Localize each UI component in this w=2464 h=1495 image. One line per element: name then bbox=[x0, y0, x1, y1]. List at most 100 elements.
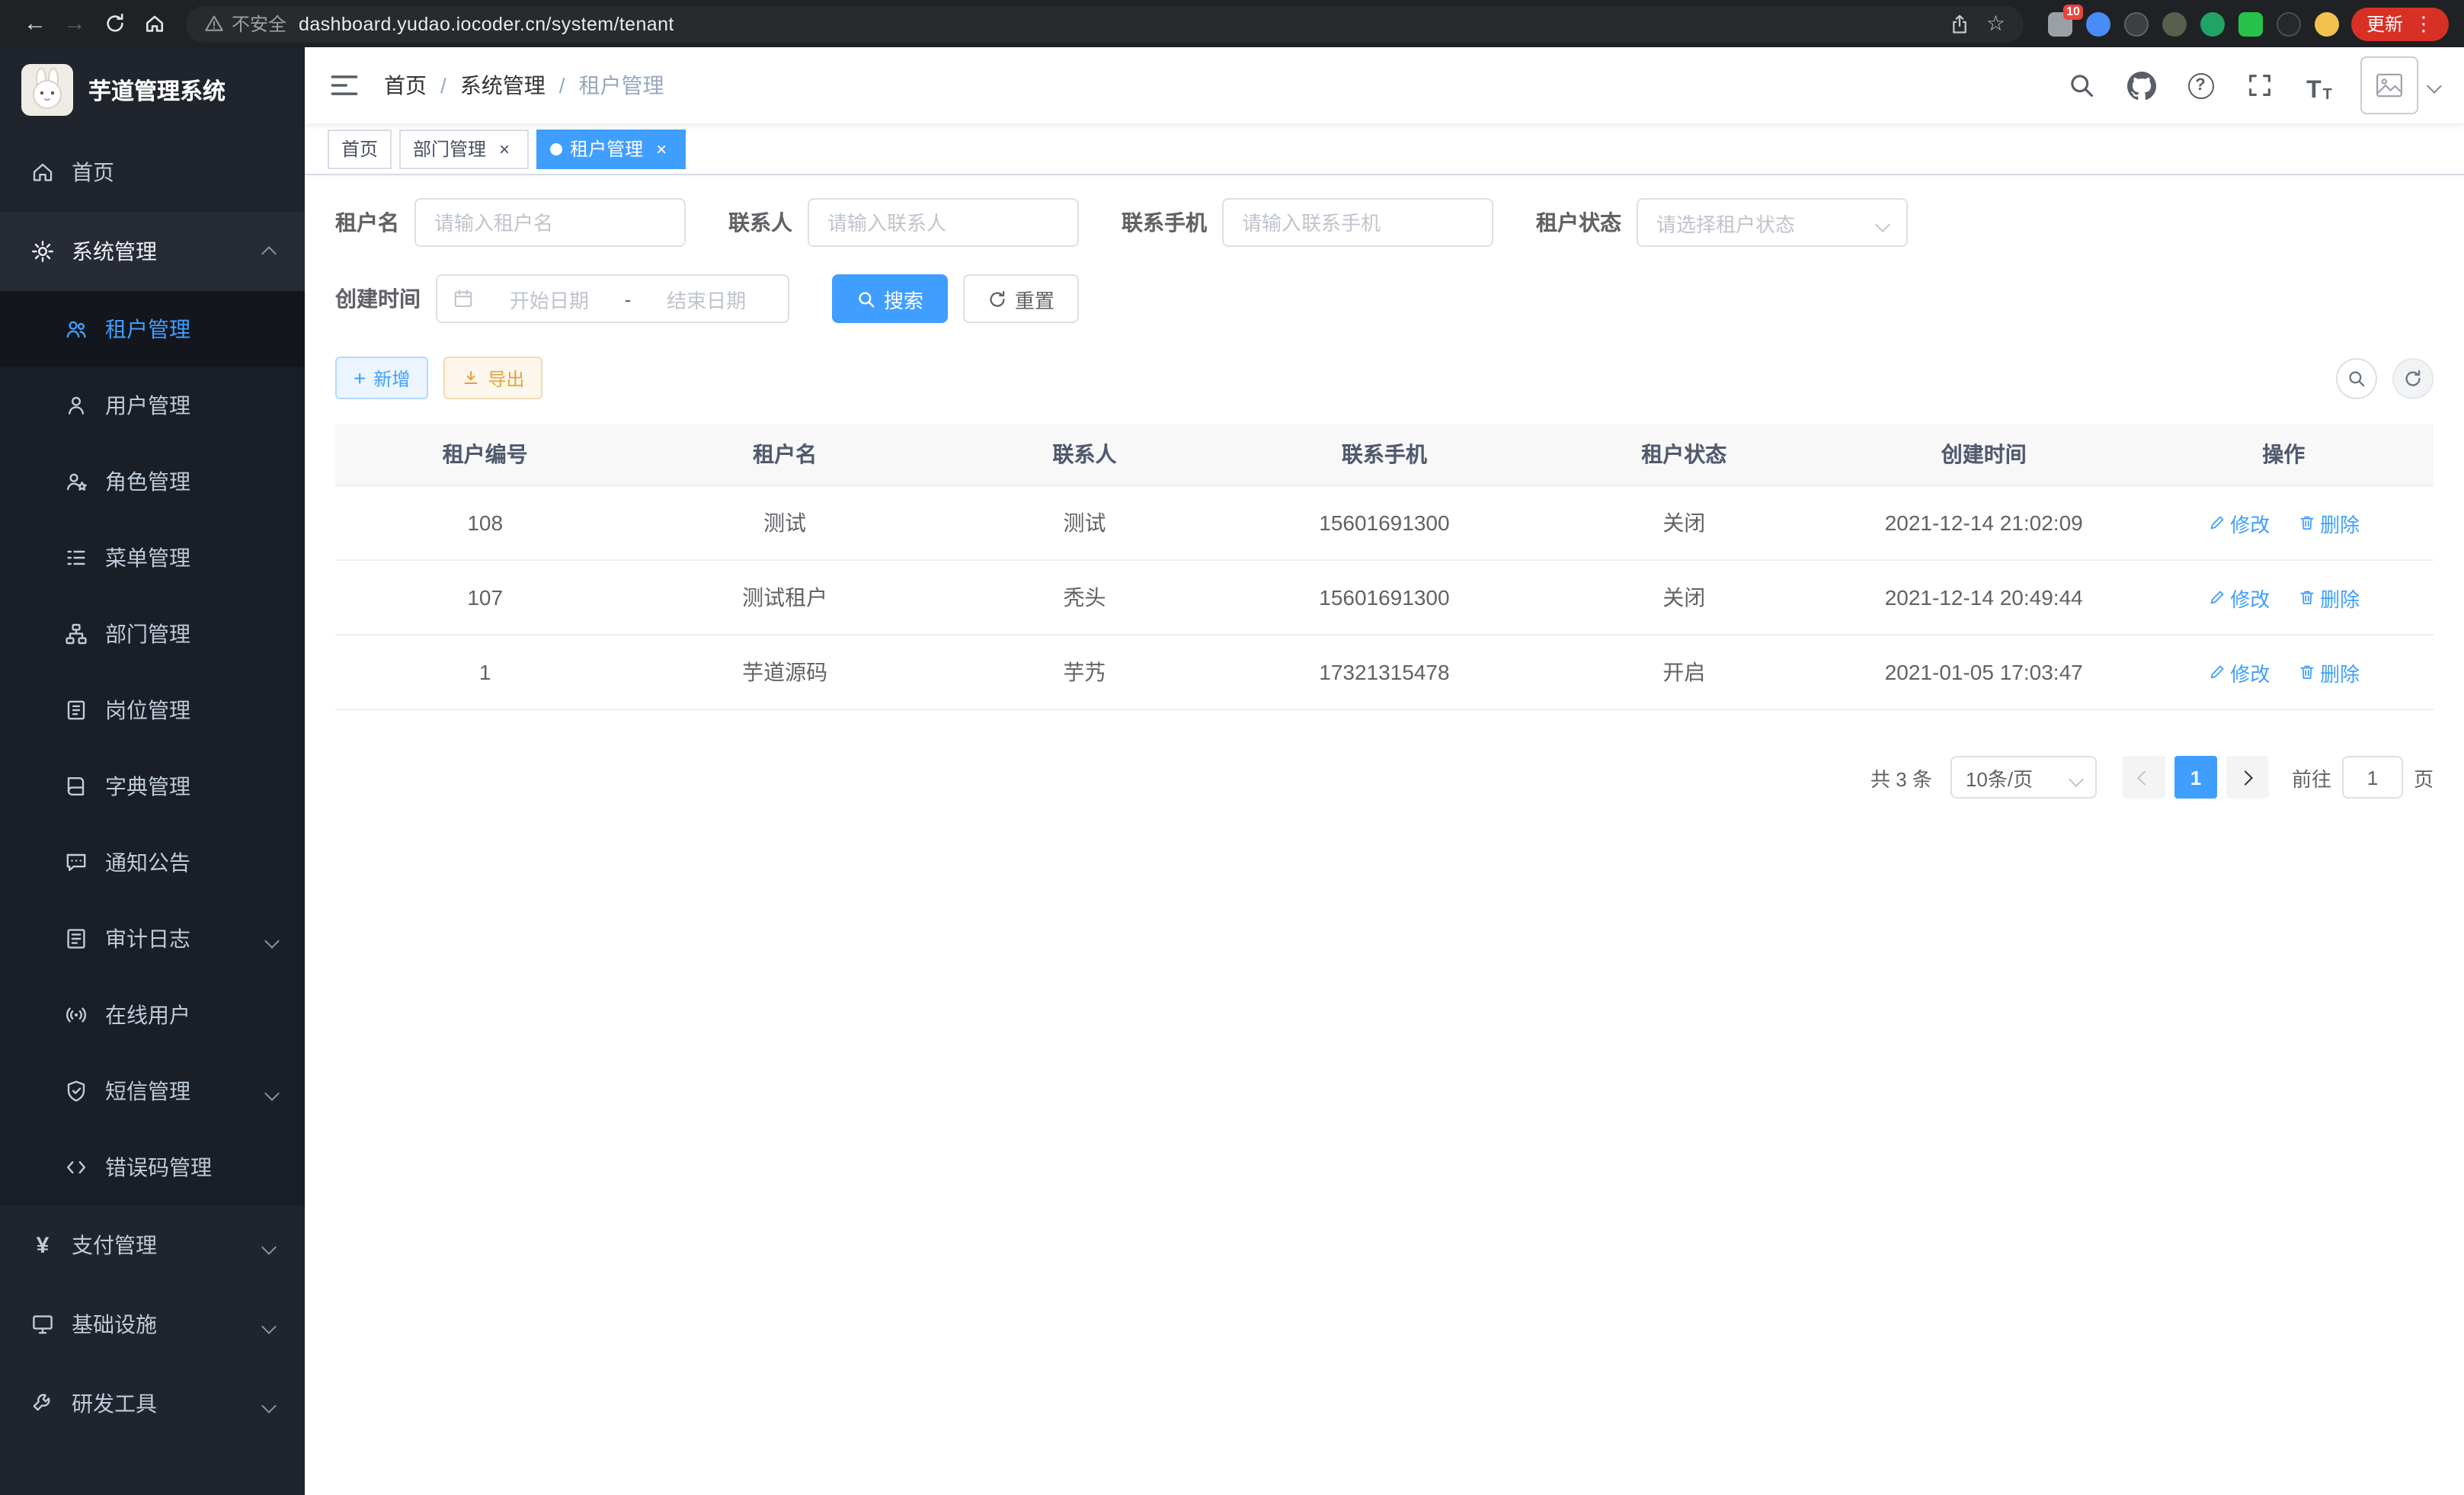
browser-forward-icon[interactable]: → bbox=[55, 4, 94, 43]
next-page-button[interactable] bbox=[2226, 756, 2269, 799]
prev-page-button[interactable] bbox=[2123, 756, 2165, 799]
sidebar-item-post[interactable]: 岗位管理 bbox=[0, 672, 305, 748]
filter-tenant-name: 租户名 bbox=[335, 198, 686, 247]
chevron-down-icon bbox=[261, 1319, 277, 1334]
breadcrumb-system[interactable]: 系统管理 bbox=[460, 70, 546, 101]
sidebar-item-audit-log[interactable]: 审计日志 bbox=[0, 901, 305, 977]
browser-back-icon[interactable]: ← bbox=[15, 4, 55, 43]
sidebar-item-system[interactable]: 系统管理 bbox=[0, 212, 305, 291]
sidebar-item-infrastructure[interactable]: 基础设施 bbox=[0, 1285, 305, 1364]
export-button[interactable]: 导出 bbox=[443, 357, 542, 399]
page-number-1[interactable]: 1 bbox=[2174, 756, 2217, 799]
extension-icon-green-check[interactable] bbox=[2200, 11, 2225, 36]
browser-reload-icon[interactable] bbox=[94, 4, 134, 43]
security-indicator[interactable]: 不安全 bbox=[204, 11, 286, 37]
browser-home-icon[interactable] bbox=[134, 4, 174, 43]
date-range-picker[interactable]: 开始日期 - 结束日期 bbox=[436, 274, 789, 323]
edit-link[interactable]: 修改 bbox=[2207, 583, 2270, 612]
filter-label: 租户名 bbox=[335, 207, 399, 238]
goto-label: 前往 bbox=[2292, 763, 2331, 792]
app-logo[interactable]: 芋道管理系统 bbox=[0, 47, 305, 133]
help-icon[interactable]: ? bbox=[2182, 67, 2219, 104]
edit-link[interactable]: 修改 bbox=[2207, 508, 2270, 537]
pencil-icon bbox=[2207, 514, 2226, 532]
profile-avatar-icon[interactable] bbox=[2315, 11, 2339, 36]
chrome-update-button[interactable]: 更新 ⋮ bbox=[2351, 7, 2449, 40]
close-icon[interactable]: × bbox=[651, 138, 672, 159]
date-separator: - bbox=[625, 287, 632, 310]
font-size-icon[interactable]: TT bbox=[2301, 67, 2338, 104]
delete-link[interactable]: 删除 bbox=[2297, 583, 2360, 612]
sidebar-item-error-code[interactable]: 错误码管理 bbox=[0, 1129, 305, 1205]
trash-icon bbox=[2297, 588, 2315, 607]
security-label: 不安全 bbox=[232, 11, 286, 37]
sidebar-item-home[interactable]: 首页 bbox=[0, 133, 305, 212]
sidebar-item-dept[interactable]: 部门管理 bbox=[0, 596, 305, 672]
share-icon[interactable] bbox=[1950, 13, 1971, 34]
delete-link[interactable]: 删除 bbox=[2297, 508, 2360, 537]
browser-menu-icon[interactable]: ⋮ bbox=[2414, 14, 2434, 34]
tenant-name-input[interactable] bbox=[434, 211, 666, 234]
search-button[interactable]: 搜索 bbox=[832, 274, 948, 323]
phone-input[interactable] bbox=[1242, 211, 1474, 234]
tab-dept[interactable]: 部门管理 × bbox=[399, 129, 529, 168]
sidebar-item-label: 短信管理 bbox=[105, 1076, 190, 1106]
page-size-label: 10条/页 bbox=[1966, 763, 2033, 792]
list-icon bbox=[64, 546, 88, 570]
user-avatar-dropdown[interactable] bbox=[2360, 56, 2440, 114]
extension-icon-grid[interactable]: 10 bbox=[2048, 11, 2072, 36]
delete-link[interactable]: 删除 bbox=[2297, 658, 2360, 687]
edit-link[interactable]: 修改 bbox=[2207, 658, 2270, 687]
sidebar-item-user[interactable]: 用户管理 bbox=[0, 367, 305, 443]
sidebar-item-label: 错误码管理 bbox=[105, 1152, 212, 1183]
extension-icon-blue[interactable] bbox=[2086, 11, 2110, 36]
caret-down-icon bbox=[2427, 78, 2442, 94]
search-icon[interactable] bbox=[2063, 67, 2100, 104]
sidebar-item-online-users[interactable]: 在线用户 bbox=[0, 977, 305, 1053]
status-select[interactable]: 请选择租户状态 bbox=[1637, 198, 1908, 247]
bookmark-star-icon[interactable]: ☆ bbox=[1986, 11, 2005, 37]
extension-icon-chat[interactable] bbox=[2238, 11, 2263, 36]
sidebar-item-tenant[interactable]: 租户管理 bbox=[0, 291, 305, 367]
page-size-select[interactable]: 10条/页 bbox=[1950, 756, 2097, 799]
tab-tenant[interactable]: 租户管理 × bbox=[536, 129, 686, 168]
extension-icon-dark-globe[interactable] bbox=[2124, 11, 2149, 36]
sidebar-item-menu[interactable]: 菜单管理 bbox=[0, 520, 305, 596]
contact-input[interactable] bbox=[827, 211, 1059, 234]
refresh-table-button[interactable] bbox=[2392, 357, 2434, 399]
chevron-up-icon bbox=[261, 246, 277, 261]
filter-row-1: 租户名 联系人 联系手机 租户状态 请选择租户状态 bbox=[335, 198, 2434, 247]
chevron-down-icon bbox=[264, 933, 280, 949]
sidebar-item-sms[interactable]: 短信管理 bbox=[0, 1053, 305, 1129]
cell-created: 2021-12-14 20:49:44 bbox=[1834, 560, 2133, 635]
pagination-goto: 前往 页 bbox=[2292, 756, 2434, 799]
github-icon[interactable] bbox=[2123, 67, 2159, 104]
goto-page-input[interactable] bbox=[2342, 756, 2403, 799]
cell-tenant-name: 测试 bbox=[635, 485, 934, 560]
sidebar-item-notice[interactable]: 通知公告 bbox=[0, 824, 305, 901]
search-button-label: 搜索 bbox=[884, 284, 923, 313]
extension-icon-paw[interactable] bbox=[2277, 11, 2301, 36]
tab-home[interactable]: 首页 bbox=[328, 129, 392, 168]
refresh-icon bbox=[987, 289, 1007, 309]
close-icon[interactable]: × bbox=[494, 138, 515, 159]
sidebar-item-payment[interactable]: ¥ 支付管理 bbox=[0, 1205, 305, 1285]
filter-status: 租户状态 请选择租户状态 bbox=[1536, 198, 1908, 247]
reset-button[interactable]: 重置 bbox=[963, 274, 1079, 323]
add-button[interactable]: + 新增 bbox=[335, 357, 428, 399]
yen-icon: ¥ bbox=[30, 1232, 55, 1258]
toolbar-right bbox=[2336, 357, 2434, 399]
main-area: 首页 / 系统管理 / 租户管理 ? bbox=[305, 47, 2464, 1495]
fullscreen-icon[interactable] bbox=[2242, 67, 2278, 104]
cell-contact: 芋艿 bbox=[935, 635, 1234, 709]
address-bar[interactable]: 不安全 dashboard.yudao.iocoder.cn/system/te… bbox=[186, 5, 2024, 42]
breadcrumb-home[interactable]: 首页 bbox=[384, 70, 427, 101]
search-icon bbox=[856, 289, 876, 309]
sidebar-item-devtools[interactable]: 研发工具 bbox=[0, 1364, 305, 1443]
filter-label: 租户状态 bbox=[1536, 207, 1621, 238]
toggle-search-button[interactable] bbox=[2336, 357, 2377, 399]
sidebar-item-dict[interactable]: 字典管理 bbox=[0, 748, 305, 824]
sidebar-collapse-icon[interactable] bbox=[329, 70, 360, 101]
extension-icon-olive[interactable] bbox=[2162, 11, 2187, 36]
sidebar-item-role[interactable]: 角色管理 bbox=[0, 443, 305, 520]
